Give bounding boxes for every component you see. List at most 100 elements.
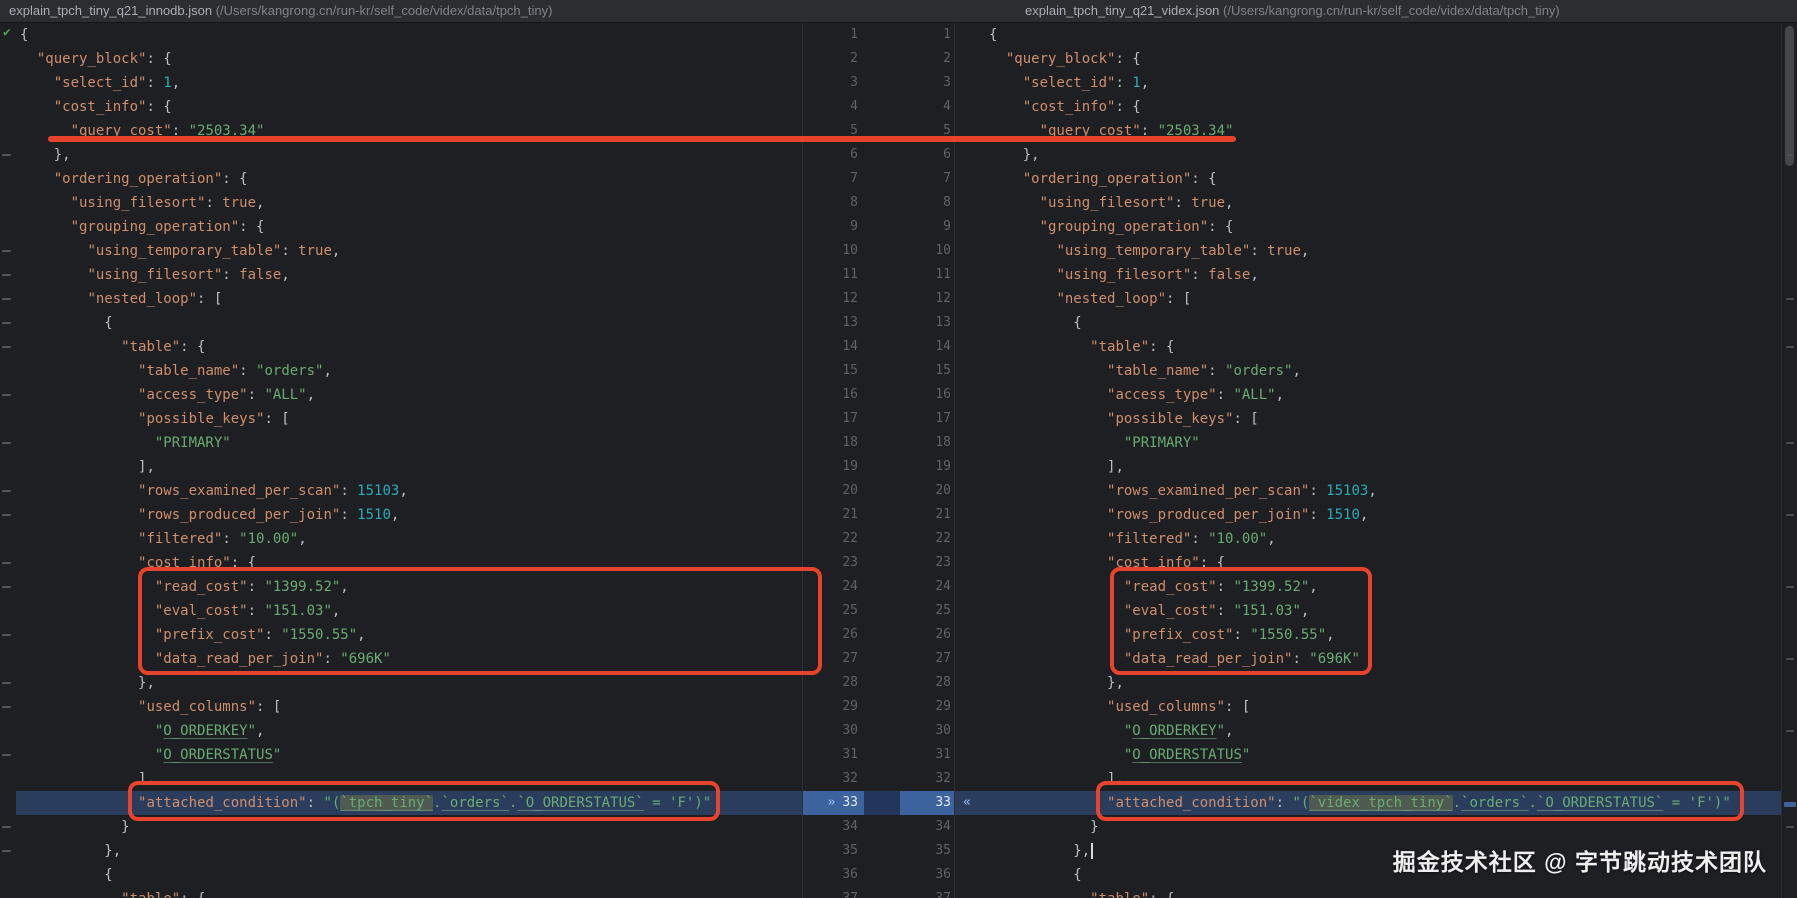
code-token: , [256, 195, 265, 211]
left-code-line[interactable]: "cost_info": { [16, 95, 802, 119]
right-code-line[interactable]: "using_filesort": true, [954, 191, 1781, 215]
change-dash [2, 346, 11, 348]
right-code-line[interactable]: "cost_info": { [954, 95, 1781, 119]
code-token: "rows_examined_per_scan" [138, 483, 341, 499]
left-code-line[interactable]: "O_ORDERSTATUS" [16, 743, 802, 767]
right-code-line[interactable]: "nested_loop": [ [954, 287, 1781, 311]
right-code-line[interactable]: "query_block": { [954, 47, 1781, 71]
diff-viewer-window: explain_tpch_tiny_q21_innodb.json (/User… [0, 0, 1797, 898]
code-token: "access_type" [1107, 387, 1217, 403]
code-token: , [1309, 579, 1318, 595]
right-code-line[interactable]: "O_ORDERSTATUS" [954, 743, 1781, 767]
left-code-line[interactable]: }, [16, 839, 802, 863]
scrollbar[interactable] [1781, 23, 1797, 898]
left-code-line[interactable]: "nested_loop": [ [16, 287, 802, 311]
right-code-line[interactable]: } [954, 815, 1781, 839]
left-code-line[interactable]: "using_temporary_table": true, [16, 239, 802, 263]
right-code-line[interactable]: "read_cost": "1399.52", [954, 575, 1781, 599]
left-code-line[interactable]: "table": { [16, 887, 802, 898]
left-code-line[interactable]: "cost_info": { [16, 551, 802, 575]
code-token: "rows_produced_per_join" [1107, 507, 1310, 523]
code-token: "PRIMARY" [154, 435, 231, 451]
left-code-line[interactable]: { [16, 311, 802, 335]
right-code-line[interactable]: "table": { [954, 887, 1781, 898]
right-code-line[interactable]: "possible_keys": [ [954, 407, 1781, 431]
right-code-line[interactable]: "eval_cost": "151.03", [954, 599, 1781, 623]
left-code-line[interactable]: "query_block": { [16, 47, 802, 71]
diff-current-marker-left-icon[interactable]: » [828, 795, 836, 810]
right-code-line[interactable]: "using_filesort": false, [954, 263, 1781, 287]
right-code-line[interactable]: }, [954, 671, 1781, 695]
code-token: "grouping_operation" [70, 219, 240, 235]
right-code-line[interactable]: "using_temporary_table": true, [954, 239, 1781, 263]
left-code-line[interactable]: "using_filesort": false, [16, 263, 802, 287]
right-line-number: 6 [943, 147, 951, 162]
code-token: "prefix_cost" [1123, 627, 1234, 643]
right-code-line[interactable]: "rows_examined_per_scan": 15103, [954, 479, 1781, 503]
code-token: "( [1292, 795, 1310, 811]
left-code-line[interactable]: { [16, 863, 802, 887]
right-code-line[interactable]: "used_columns": [ [954, 695, 1781, 719]
left-code-line[interactable]: "used_columns": [ [16, 695, 802, 719]
right-code-line[interactable]: }, [954, 143, 1781, 167]
left-line-number: 15 [802, 359, 864, 383]
left-code-line[interactable]: "PRIMARY" [16, 431, 802, 455]
code-token: : { [1115, 51, 1141, 67]
left-code-line[interactable]: "using_filesort": true, [16, 191, 802, 215]
left-code-line[interactable]: "attached_condition": "(`tpch_tiny`.`ord… [16, 791, 802, 815]
left-code-line[interactable]: } [16, 815, 802, 839]
right-code-line[interactable]: "grouping_operation": { [954, 215, 1781, 239]
left-code-line[interactable]: "eval_cost": "151.03", [16, 599, 802, 623]
right-code-line[interactable]: "filtered": "10.00", [954, 527, 1781, 551]
right-code-line[interactable]: { [954, 23, 1781, 47]
right-code-line[interactable]: « "attached_condition": "(`videx_tpch_ti… [954, 791, 1781, 815]
code-token: : [239, 363, 257, 379]
left-code-line[interactable]: "filtered": "10.00", [16, 527, 802, 551]
code-token: "2503.34" [1157, 123, 1234, 139]
right-code-line[interactable]: "rows_produced_per_join": 1510, [954, 503, 1781, 527]
left-code-line[interactable]: "ordering_operation": { [16, 167, 802, 191]
left-code-line[interactable]: "query_cost": "2503.34" [16, 119, 802, 143]
right-code-line[interactable]: "ordering_operation": { [954, 167, 1781, 191]
right-code-line[interactable]: "O_ORDERKEY", [954, 719, 1781, 743]
left-code-line[interactable]: "table_name": "orders", [16, 359, 802, 383]
code-token: : { [180, 339, 206, 355]
right-code-line[interactable]: "prefix_cost": "1550.55", [954, 623, 1781, 647]
left-code-line[interactable]: "O_ORDERKEY", [16, 719, 802, 743]
left-code-line[interactable]: ], [16, 455, 802, 479]
right-code-line[interactable]: ], [954, 455, 1781, 479]
gutter-divider [864, 287, 900, 311]
right-code-line[interactable]: "table": { [954, 335, 1781, 359]
left-code-line[interactable]: "table": { [16, 335, 802, 359]
left-code-line[interactable]: "prefix_cost": "1550.55", [16, 623, 802, 647]
right-code-line[interactable]: "PRIMARY" [954, 431, 1781, 455]
right-code-line[interactable]: "cost_info": { [954, 551, 1781, 575]
left-code-line[interactable]: "rows_produced_per_join": 1510, [16, 503, 802, 527]
left-code-line[interactable]: "rows_examined_per_scan": 15103, [16, 479, 802, 503]
right-code-line[interactable]: "query_cost": "2503.34" [954, 119, 1781, 143]
left-code-line[interactable]: "select_id": 1, [16, 71, 802, 95]
right-code-line[interactable]: { [954, 311, 1781, 335]
left-code-line[interactable]: "read_cost": "1399.52", [16, 575, 802, 599]
code-token: = 'F')" [1663, 795, 1731, 811]
gutter-divider [864, 599, 900, 623]
right-line-number: 36 [935, 867, 951, 882]
right-code-line[interactable]: "table_name": "orders", [954, 359, 1781, 383]
right-code-line[interactable]: "select_id": 1, [954, 71, 1781, 95]
right-code-line[interactable]: "data_read_per_join": "696K" [954, 647, 1781, 671]
right-code-line[interactable]: "access_type": "ALL", [954, 383, 1781, 407]
code-token: . [1528, 795, 1537, 811]
left-code-line[interactable]: }, [16, 143, 802, 167]
code-token: , [298, 531, 307, 547]
right-code-line[interactable]: ], [954, 767, 1781, 791]
left-code-line[interactable]: "data_read_per_join": "696K" [16, 647, 802, 671]
scrollbar-thumb[interactable] [1785, 26, 1794, 166]
left-code-line[interactable]: "access_type": "ALL", [16, 383, 802, 407]
left-code-line[interactable]: "grouping_operation": { [16, 215, 802, 239]
left-code-line[interactable]: { [16, 23, 802, 47]
diff-current-marker-right-icon[interactable]: « [963, 791, 971, 815]
scrollbar-diff-mark[interactable] [1784, 802, 1796, 807]
left-code-line[interactable]: "possible_keys": [ [16, 407, 802, 431]
left-code-line[interactable]: }, [16, 671, 802, 695]
left-code-line[interactable]: ], [16, 767, 802, 791]
